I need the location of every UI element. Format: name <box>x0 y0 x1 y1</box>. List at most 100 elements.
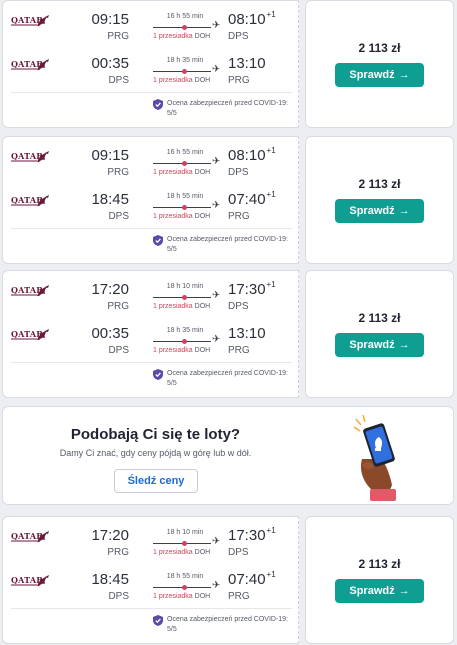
departure-airport: DPS <box>108 75 129 86</box>
itinerary-details[interactable]: QATAR 17:20 PRG 18 h 10 min ✈ 1 przesiadka DO… <box>2 270 299 398</box>
arrow-right-icon: → <box>398 585 410 597</box>
arrow-right-icon: → <box>398 339 410 351</box>
check-button[interactable]: Sprawdź → <box>335 333 424 357</box>
airline-logo-bar <box>11 540 37 542</box>
price: 2 113 zł <box>358 177 401 191</box>
stops-info: 1 przesiadka DOH <box>153 169 210 176</box>
qatar-logo-icon <box>36 150 50 162</box>
itinerary-details[interactable]: QATAR 09:15 PRG 16 h 55 min ✈ 1 przesiadka DO… <box>2 136 299 264</box>
day-offset: +1 <box>266 280 276 289</box>
price: 2 113 zł <box>358 557 401 571</box>
itinerary-details[interactable]: QATAR 17:20 PRG 18 h 10 min ✈ 1 przesiadka DO… <box>2 516 299 644</box>
itinerary-details[interactable]: QATAR 09:15 PRG 16 h 55 min ✈ 1 przesiadka DO… <box>2 0 299 128</box>
flight-duration: 18 h 35 min <box>166 327 204 334</box>
price: 2 113 zł <box>358 311 401 325</box>
price-alert-promo: Podobają Ci się te loty? Damy Ci znać, gd… <box>2 406 454 505</box>
plane-icon: ✈ <box>212 580 221 591</box>
result-card[interactable]: QATAR 17:20 PRG 18 h 10 min ✈ 1 przesiadka DO… <box>2 516 454 644</box>
plane-icon: ✈ <box>212 20 221 31</box>
arrival-airport: DPS <box>228 167 249 178</box>
day-offset: +1 <box>266 146 276 155</box>
stops-info: 1 przesiadka DOH <box>153 77 210 84</box>
stops-count: 1 przesiadka <box>153 77 193 84</box>
flight-leg: QATAR 17:20 PRG 18 h 10 min ✈ 1 przesiadka DO… <box>3 280 300 321</box>
qatar-logo-icon <box>36 574 50 586</box>
arrival-time: 13:10 <box>228 325 267 342</box>
plane-icon: ✈ <box>212 536 221 547</box>
airline-logo: QATAR <box>11 574 51 588</box>
check-button[interactable]: Sprawdź → <box>335 579 424 603</box>
plane-icon: ✈ <box>212 156 221 167</box>
plane-icon: ✈ <box>212 200 221 211</box>
arrival-airport: DPS <box>228 301 249 312</box>
arrival-time-value: 07:40 <box>228 191 266 208</box>
arrival-time-value: 13:10 <box>228 55 266 72</box>
stop-airport: DOH <box>194 593 211 600</box>
stops-count: 1 przesiadka <box>153 347 193 354</box>
departure-airport: DPS <box>108 591 129 602</box>
arrival-time: 07:40+1 <box>228 190 276 208</box>
arrival-airport: DPS <box>228 547 249 558</box>
qatar-logo-icon <box>36 14 50 26</box>
plane-icon: ✈ <box>212 64 221 75</box>
departure-airport: PRG <box>107 31 129 42</box>
day-offset: +1 <box>266 190 276 199</box>
result-card[interactable]: QATAR 09:15 PRG 16 h 55 min ✈ 1 przesiadka DO… <box>2 0 454 128</box>
covid-rating-text: Ocena zabezpieczeń przed COVID-19: 5/5 <box>167 370 289 387</box>
stop-airport: DOH <box>194 549 211 556</box>
divider <box>11 362 292 363</box>
flight-duration: 18 h 55 min <box>166 193 204 200</box>
flight-duration: 18 h 35 min <box>166 57 204 64</box>
stop-dot <box>182 24 187 30</box>
plane-icon: ✈ <box>212 290 221 301</box>
qatar-logo-icon <box>36 530 50 542</box>
stops-count: 1 przesiadka <box>153 33 193 40</box>
arrival-time: 17:30+1 <box>228 280 276 298</box>
qatar-logo-icon <box>36 194 50 206</box>
arrival-time: 08:10+1 <box>228 146 276 164</box>
arrival-time-value: 13:10 <box>228 325 266 342</box>
price-panel: 2 113 zł Sprawdź → <box>305 270 454 398</box>
price-panel: 2 113 zł Sprawdź → <box>305 516 454 644</box>
flight-leg: QATAR 18:45 DPS 18 h 55 min ✈ 1 przesiadka DO… <box>3 190 300 231</box>
day-offset: +1 <box>266 570 276 579</box>
departure-time: 17:20 <box>91 527 129 544</box>
stop-airport: DOH <box>194 347 211 354</box>
stops-count: 1 przesiadka <box>153 593 193 600</box>
stop-airport: DOH <box>194 303 211 310</box>
stop-dot <box>182 584 187 590</box>
arrival-airport: DPS <box>228 31 249 42</box>
flight-duration: 16 h 55 min <box>166 149 204 156</box>
airline-logo-bar <box>11 160 37 162</box>
stops-info: 1 przesiadka DOH <box>153 303 210 310</box>
flight-duration: 18 h 55 min <box>166 573 204 580</box>
covid-rating-text: Ocena zabezpieczeń przed COVID-19: 5/5 <box>167 100 289 117</box>
covid-rating-text: Ocena zabezpieczeń przed COVID-19: 5/5 <box>167 616 289 633</box>
stops-count: 1 przesiadka <box>153 213 193 220</box>
stops-info: 1 przesiadka DOH <box>153 347 210 354</box>
arrival-time: 13:10 <box>228 55 267 72</box>
departure-time: 00:35 <box>91 55 129 72</box>
arrival-time: 07:40+1 <box>228 570 276 588</box>
stop-dot <box>182 338 187 344</box>
departure-time: 00:35 <box>91 325 129 342</box>
flight-leg: QATAR 18:45 DPS 18 h 55 min ✈ 1 przesiadka DO… <box>3 570 300 611</box>
result-card[interactable]: QATAR 09:15 PRG 16 h 55 min ✈ 1 przesiadka DO… <box>2 136 454 264</box>
check-button[interactable]: Sprawdź → <box>335 63 424 87</box>
track-prices-button[interactable]: Śledź ceny <box>114 469 198 493</box>
stop-dot <box>182 294 187 300</box>
departure-airport: DPS <box>108 211 129 222</box>
arrow-right-icon: → <box>398 205 410 217</box>
flight-leg: QATAR 00:35 DPS 18 h 35 min ✈ 1 przesiadka DO… <box>3 325 300 365</box>
stop-airport: DOH <box>194 77 211 84</box>
airline-logo: QATAR <box>11 194 51 208</box>
stop-airport: DOH <box>194 213 211 220</box>
result-card[interactable]: QATAR 17:20 PRG 18 h 10 min ✈ 1 przesiadka DO… <box>2 270 454 398</box>
check-button-label: Sprawdź <box>349 205 395 217</box>
stop-dot <box>182 68 187 74</box>
check-button[interactable]: Sprawdź → <box>335 199 424 223</box>
arrival-time-value: 08:10 <box>228 147 266 164</box>
shield-check-icon <box>153 99 163 110</box>
stops-info: 1 przesiadka DOH <box>153 213 210 220</box>
flight-duration: 18 h 10 min <box>166 283 204 290</box>
